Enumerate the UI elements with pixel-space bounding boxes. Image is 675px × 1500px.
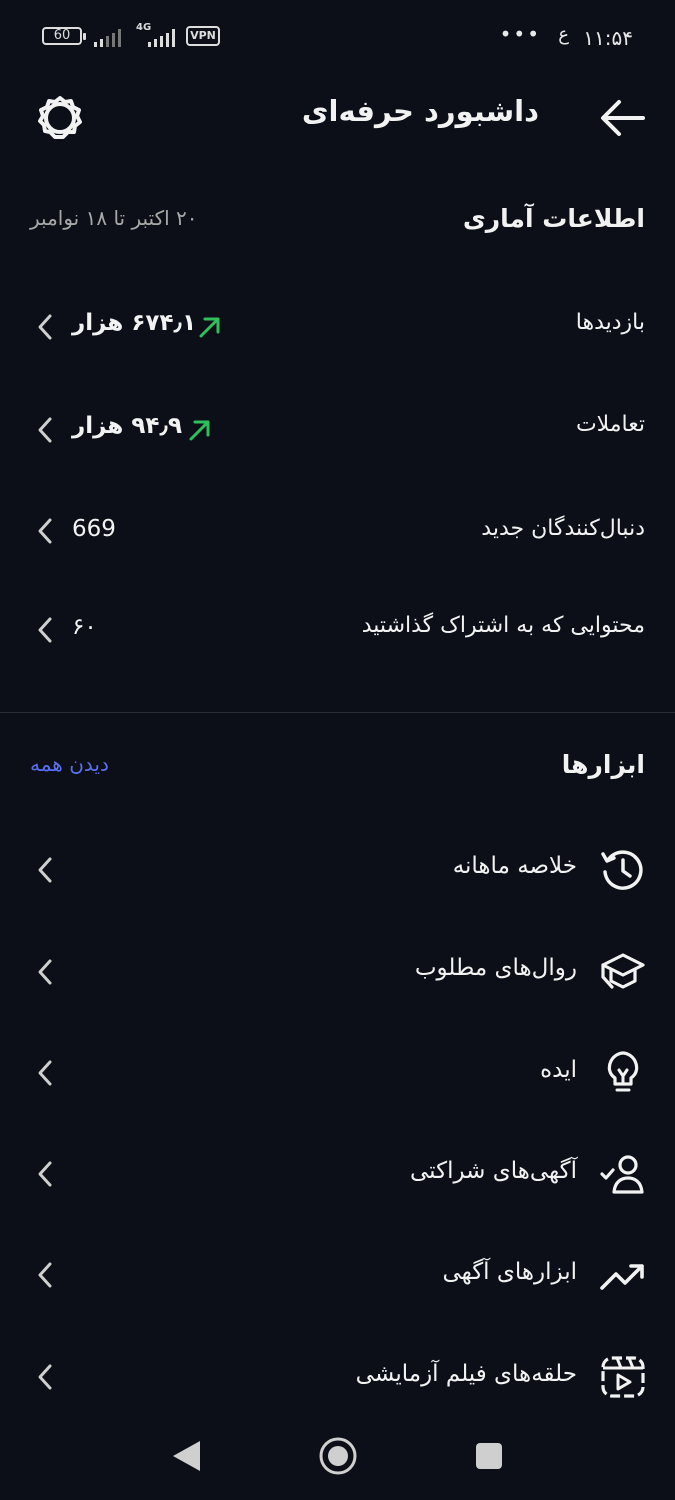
history-icon <box>601 850 643 890</box>
stat-label-engagement: تعاملات <box>575 412 645 437</box>
stats-heading: اطلاعات آماری <box>462 204 645 233</box>
stat-value-shared-content[interactable]: ۶۰ <box>72 614 97 640</box>
vpn-badge: VPN <box>186 26 220 46</box>
notification-dots: ••• <box>499 22 541 46</box>
chevron-left-icon[interactable] <box>34 517 56 545</box>
nav-home-icon[interactable] <box>318 1436 358 1476</box>
reel-icon <box>601 1356 645 1398</box>
tool-label-trial-reels[interactable]: حلقه‌های فیلم آزمایشی <box>356 1361 577 1387</box>
nav-back-icon[interactable] <box>170 1438 202 1474</box>
user-check-icon <box>600 1155 644 1194</box>
back-arrow-icon[interactable] <box>599 96 645 140</box>
tool-label-monthly-summary[interactable]: خلاصه ماهانه <box>453 853 577 879</box>
tool-label-ad-tools[interactable]: ابزارهای آگهی <box>442 1259 577 1285</box>
date-range: ۲۰ اکتبر تا ۱۸ نوامبر <box>30 206 198 230</box>
stat-value-views[interactable]: ۶۷۴٫۱ هزار <box>72 310 196 336</box>
chevron-left-icon[interactable] <box>34 856 56 884</box>
clock: ۱۱:۵۴ <box>583 26 633 50</box>
section-divider <box>0 712 675 713</box>
battery-indicator: 60 <box>42 27 86 45</box>
graduation-cap-icon <box>601 953 645 989</box>
chevron-left-icon[interactable] <box>34 416 56 444</box>
signal-icon-2 <box>148 29 175 47</box>
trending-up-icon <box>600 1264 644 1290</box>
page-title: داشبورد حرفه‌ای <box>301 94 539 128</box>
signal-icon <box>94 29 121 47</box>
chevron-left-icon[interactable] <box>34 313 56 341</box>
chevron-left-icon[interactable] <box>34 1160 56 1188</box>
lightbulb-icon <box>607 1051 639 1092</box>
gear-icon[interactable] <box>36 94 84 142</box>
chevron-left-icon[interactable] <box>34 1261 56 1289</box>
chevron-left-icon[interactable] <box>34 616 56 644</box>
tool-label-idea[interactable]: ایده <box>540 1057 577 1083</box>
chevron-left-icon[interactable] <box>34 958 56 986</box>
stat-value-engagement[interactable]: ۹۴٫۹ هزار <box>72 413 182 439</box>
trend-up-icon <box>189 420 210 441</box>
trend-up-icon <box>199 317 220 338</box>
tool-label-best-practices[interactable]: روال‌های مطلوب <box>415 955 577 981</box>
tools-heading: ابزارها <box>561 750 645 779</box>
chevron-left-icon[interactable] <box>34 1363 56 1391</box>
stat-label-new-followers: دنبال‌کنندگان جدید <box>481 516 645 541</box>
nav-recents-icon[interactable] <box>476 1443 502 1469</box>
stat-label-shared-content: محتوایی که به اشتراک گذاشتید <box>361 613 645 638</box>
see-all-link[interactable]: دیدن همه <box>30 752 109 776</box>
tool-label-partnership-ads[interactable]: آگهی‌های شراکتی <box>410 1158 577 1184</box>
stat-value-new-followers[interactable]: 669 <box>72 516 116 542</box>
status-glyph: ع <box>558 24 569 45</box>
chevron-left-icon[interactable] <box>34 1059 56 1087</box>
stat-label-views: بازدیدها <box>575 310 645 335</box>
status-bar: 60 4G VPN ••• ع ۱۱:۵۴ <box>0 0 675 72</box>
